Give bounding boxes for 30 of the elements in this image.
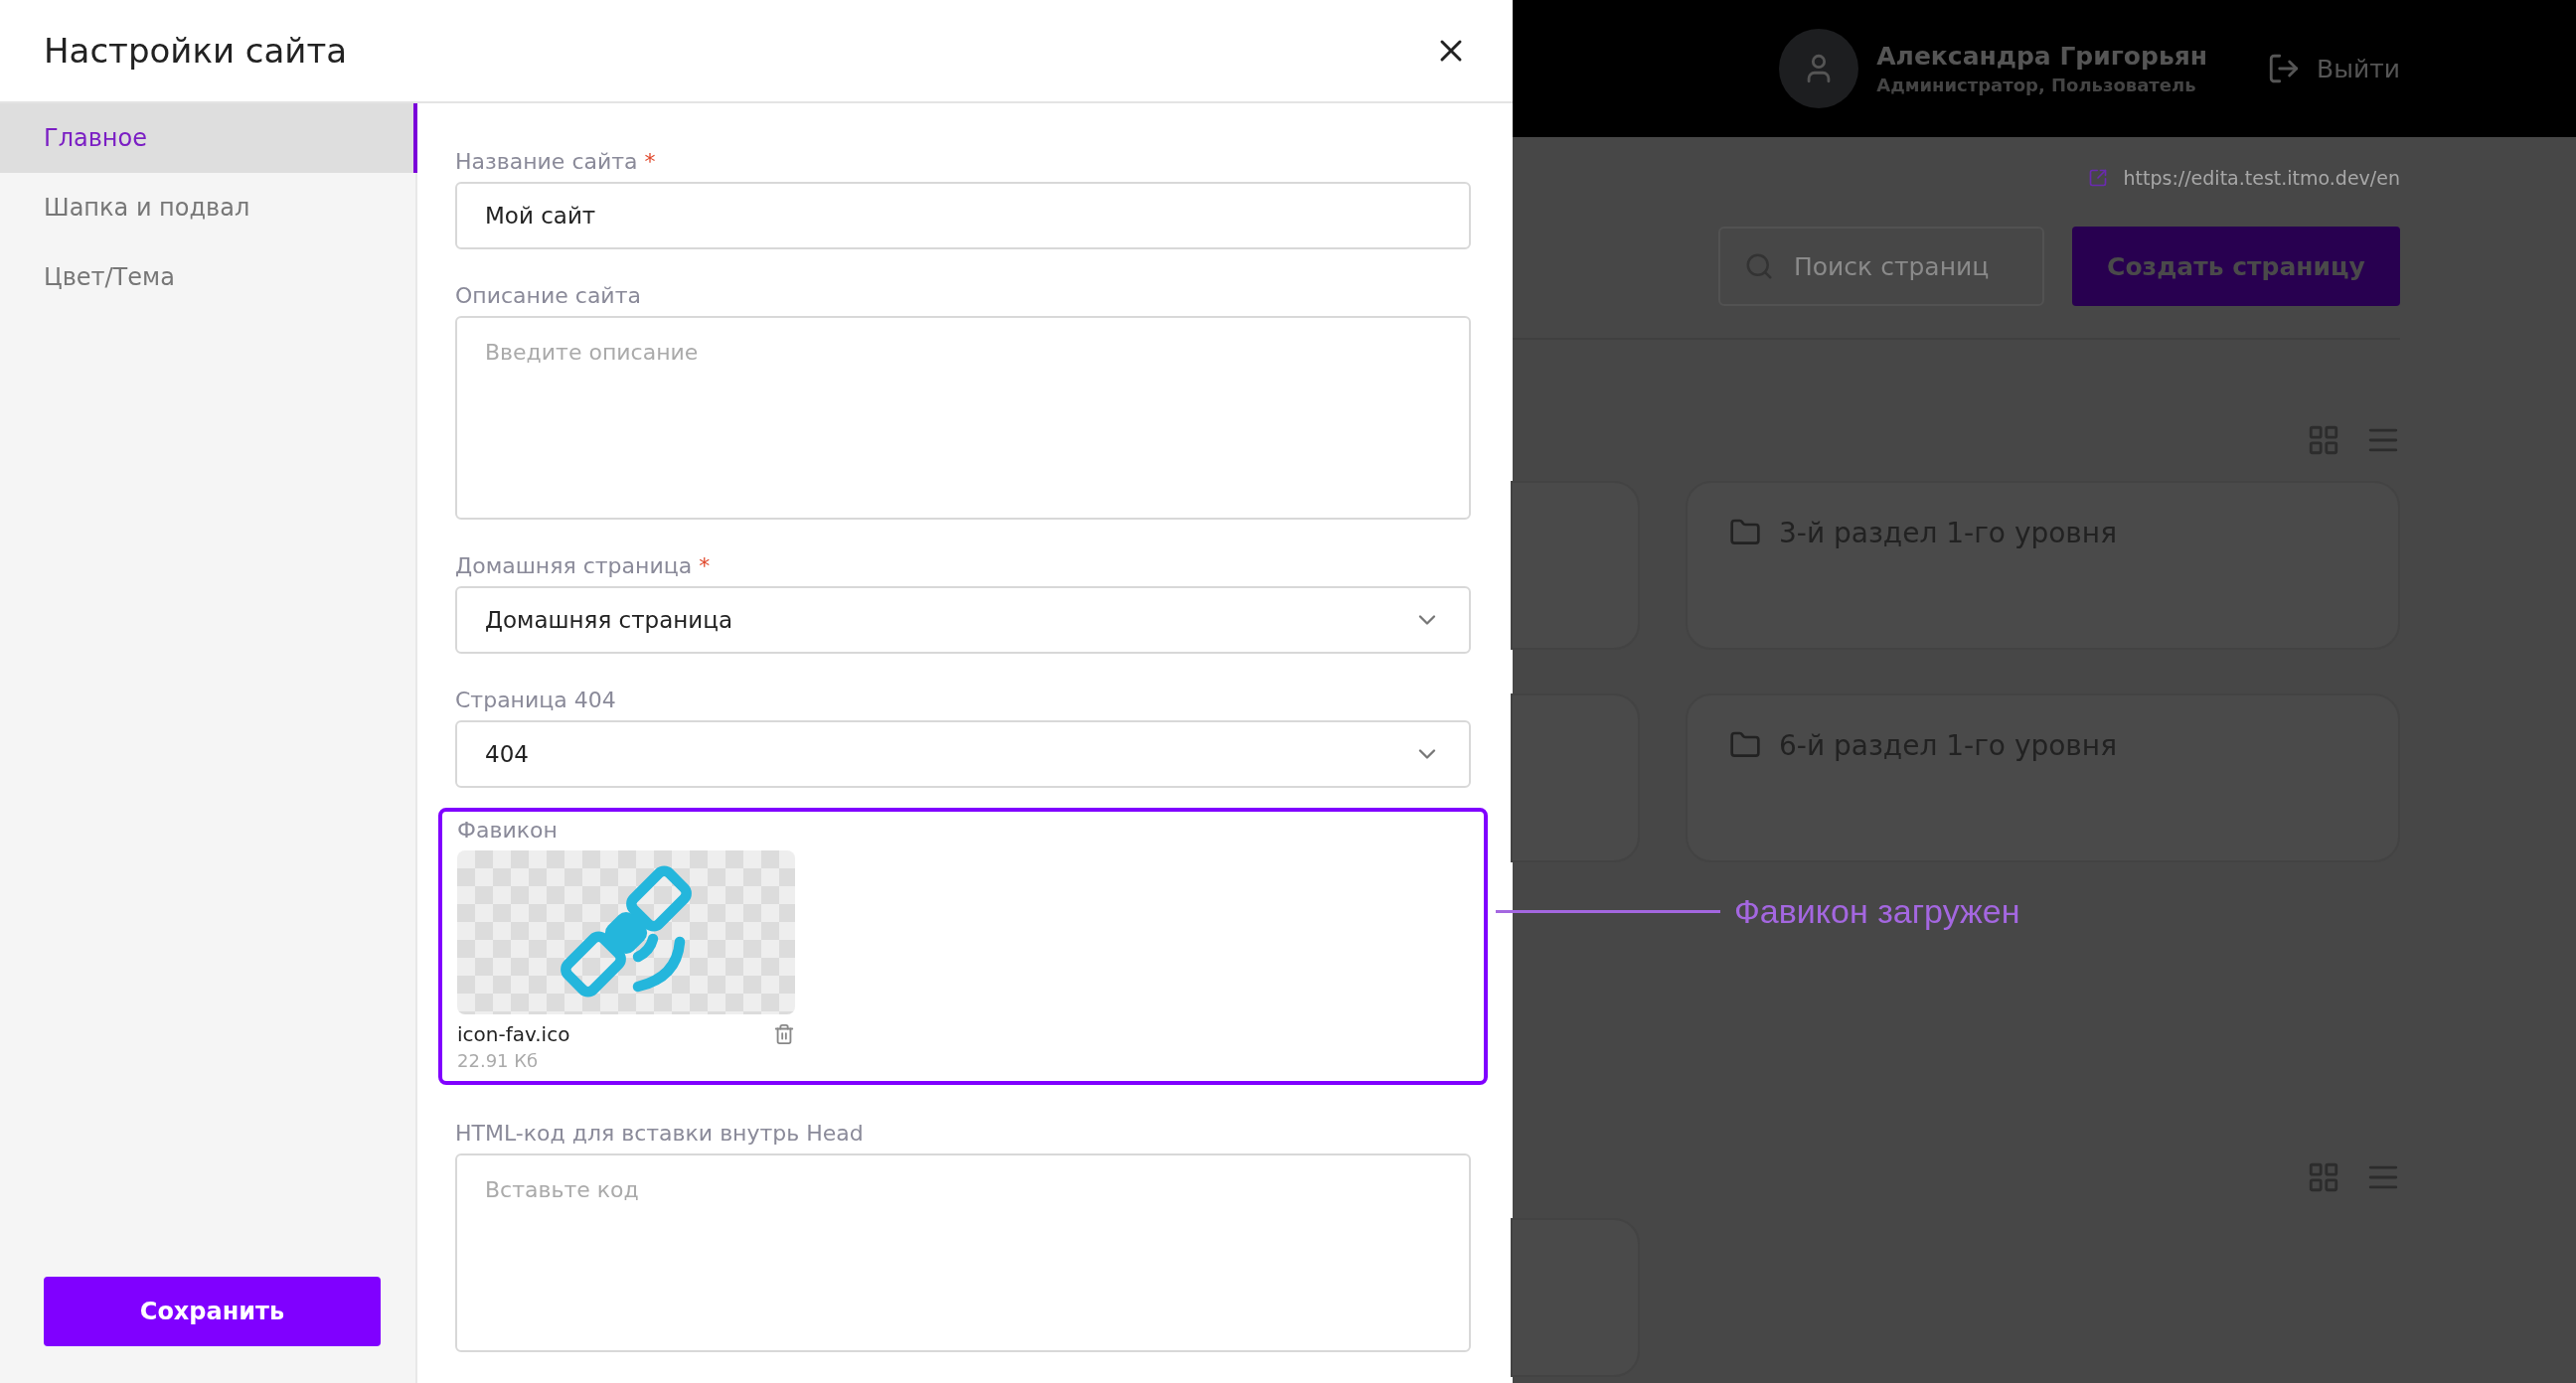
logout-button[interactable]: Выйти xyxy=(2267,52,2400,85)
search-field[interactable]: Поиск страниц xyxy=(1718,227,2044,306)
file-size: 22.91 Кб xyxy=(457,1050,540,1071)
user-name: Александра Григорьян xyxy=(1876,42,2208,71)
file-name: icon-fav.ico xyxy=(457,1022,570,1046)
field-label: Страница 404 xyxy=(455,688,617,712)
trash-icon xyxy=(773,1023,795,1045)
nav-item[interactable]: Цвет/Тема xyxy=(0,242,417,312)
modal-title: Настройки сайта xyxy=(44,31,348,71)
field-label: Фавикон xyxy=(457,818,559,843)
select-field[interactable]: 404 xyxy=(455,720,1471,788)
description-field[interactable]: Введите описание xyxy=(455,316,1471,520)
create-page-button[interactable]: Создать страницу xyxy=(2072,227,2400,306)
field-label: Домашняя страница * xyxy=(455,553,712,578)
user-roles: Администратор, Пользователь xyxy=(1876,75,2197,95)
code-field[interactable]: Вставьте код xyxy=(455,1153,1471,1352)
select-field[interactable]: Домашняя страница xyxy=(455,586,1471,654)
field-label: Описание сайта xyxy=(455,283,642,308)
grid-view-icon[interactable] xyxy=(2307,1160,2340,1194)
field-label: Название сайта * xyxy=(455,149,657,174)
grid-view-icon[interactable] xyxy=(2307,423,2340,457)
delete-button[interactable] xyxy=(773,1023,795,1045)
nav-item[interactable]: Главное xyxy=(0,103,417,173)
site-link[interactable]: https://edita.test.itmo.dev/en xyxy=(2087,167,2400,189)
field-label: HTML-код для вставки внутрь Head xyxy=(455,1121,865,1146)
save-button[interactable]: Сохранить xyxy=(44,1277,381,1346)
site-name-field[interactable]: Мой сайт xyxy=(455,182,1471,249)
external-link-icon xyxy=(2087,168,2108,188)
nav-item[interactable]: Шапка и подвал xyxy=(0,173,417,242)
annotation-text: Фавикон загружен xyxy=(1734,892,2020,931)
